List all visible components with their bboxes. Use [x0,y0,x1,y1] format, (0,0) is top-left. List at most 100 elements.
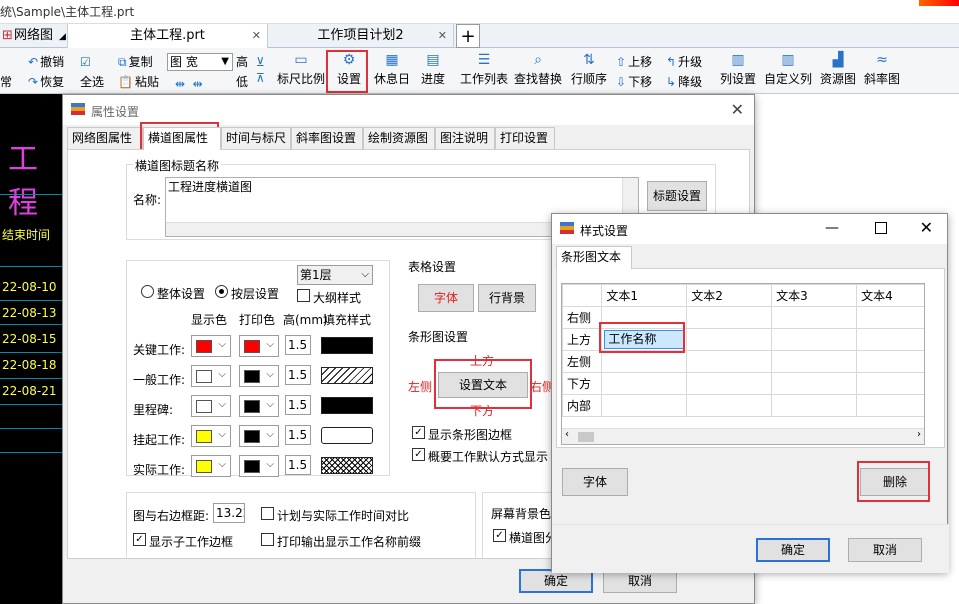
settings-button[interactable]: ⚙ 设置 [330,50,368,92]
work-list-button[interactable]: ☰ 工作列表 [458,50,510,92]
tab-print-settings[interactable]: 打印设置 [495,127,555,149]
critical-fill-style[interactable] [321,337,373,354]
height-up-label[interactable]: 高 [236,54,248,70]
close-tab-icon[interactable]: ✕ [438,24,447,48]
tab-legend[interactable]: 图注说明 [435,127,495,149]
show-sub-border-checkbox[interactable]: ✓ [133,533,146,546]
custom-column-button[interactable]: ▥ 自定义列 [762,50,814,92]
chevron-right-icon[interactable]: › [917,429,921,440]
progress-button[interactable]: ▤ 进度 [416,50,450,92]
tab-work-plan[interactable]: 工作项目计划2 ✕ [268,24,454,48]
sort-arrows-icon[interactable]: ⊻ ⊼ [256,54,265,86]
chevron-left-icon[interactable]: ‹ [565,429,569,440]
grid-cell[interactable] [601,372,688,395]
close-icon[interactable]: ✕ [731,100,744,119]
delete-button[interactable]: 删除 [860,468,930,496]
plan-vs-actual-checkbox[interactable] [261,507,274,520]
zoom-arrows-icon[interactable]: ⇹ ⇹ [175,76,203,92]
tab-network-props[interactable]: 网络图属性 [67,127,143,149]
height-down-label[interactable]: 低 [236,74,248,90]
row-background-button[interactable]: 行背景 [478,284,536,312]
tab-resource-chart[interactable]: 绘制资源图 [363,127,435,149]
style-font-button[interactable]: 字体 [562,468,628,496]
style-cancel-button[interactable]: 取消 [848,538,922,562]
milestone-height-input[interactable]: 1.5 [285,395,311,415]
normal-display-color[interactable]: ⌵ [191,365,231,387]
horizontal-scrollbar[interactable]: ‹ › [562,428,924,444]
style-ok-button[interactable]: 确定 [756,538,830,562]
grid-cell[interactable] [771,306,858,329]
whole-setting-radio[interactable] [141,285,154,298]
critical-print-color[interactable]: ⌵ [239,335,279,357]
grid-cell[interactable] [771,394,858,417]
suspended-print-color[interactable]: ⌵ [239,425,279,447]
tab-gantt-props[interactable]: 横道图属性 [143,127,221,150]
grid-cell[interactable] [686,328,773,351]
row-order-button[interactable]: ⇅ 行顺序 [568,50,610,92]
actual-display-color[interactable]: ⌵ [191,455,231,477]
grid-cell[interactable] [771,372,858,395]
grid-cell[interactable] [771,350,858,373]
show-bar-border-checkbox[interactable]: ✓ [412,426,425,439]
grid-cell[interactable] [856,328,924,351]
close-icon[interactable]: ✕ [920,218,933,237]
move-down-button[interactable]: ⇩ 下移 [616,74,652,90]
grid-cell[interactable] [856,372,924,395]
milestone-fill-style[interactable] [321,397,373,414]
resource-chart-button[interactable]: ▟ 资源图 [818,50,858,92]
add-tab-button[interactable]: + [456,24,480,48]
actual-print-color[interactable]: ⌵ [239,455,279,477]
view-width-select[interactable]: 图 宽 ▼ [167,53,233,71]
grid-cell[interactable] [601,394,688,417]
outline-style-checkbox[interactable] [297,289,310,302]
actual-fill-style[interactable] [321,457,373,474]
grid-cell[interactable] [601,306,688,329]
gantt-split-checkbox[interactable]: ✓ [493,529,506,542]
undo-button[interactable]: ↶ 撤销 [28,54,64,70]
actual-height-input[interactable]: 1.5 [285,455,311,475]
normal-print-color[interactable]: ⌵ [239,365,279,387]
select-all-button[interactable]: 全选 [80,74,104,90]
grid-cell-selected[interactable]: 工作名称 [601,328,688,351]
grid-cell[interactable] [686,394,773,417]
paste-button[interactable]: 📋 粘贴 [118,74,159,90]
downgrade-button[interactable]: ↳ 降级 [666,74,702,90]
by-layer-radio[interactable] [215,285,228,298]
close-tab-icon[interactable]: ✕ [252,24,261,48]
table-font-button[interactable]: 字体 [418,284,474,312]
maximize-icon[interactable] [875,222,887,234]
milestone-print-color[interactable]: ⌵ [239,395,279,417]
title-settings-button[interactable]: 标题设置 [647,181,707,211]
redo-button[interactable]: ↷ 恢复 [28,74,64,90]
tab-network[interactable]: ⊞ 网络图 ◢ [0,24,68,48]
margin-input[interactable]: 13.22 [213,503,245,523]
upgrade-button[interactable]: ↰ 升级 [666,54,702,70]
find-replace-button[interactable]: ⌕ 查找替换 [512,50,564,92]
suspended-display-color[interactable]: ⌵ [191,425,231,447]
scrollbar-thumb[interactable] [578,432,594,442]
suspended-fill-style[interactable] [321,427,373,444]
grid-cell[interactable] [771,328,858,351]
ruler-scale-button[interactable]: ▭ 标尺比例 [276,50,326,92]
suspended-height-input[interactable]: 1.5 [285,425,311,445]
slope-chart-button[interactable]: ≈ 斜率图 [862,50,902,92]
milestone-display-color[interactable]: ⌵ [191,395,231,417]
holiday-button[interactable]: ▦ 休息日 [372,50,412,92]
normal-fill-style[interactable] [321,367,373,384]
grid-cell[interactable] [686,372,773,395]
grid-cell[interactable] [856,350,924,373]
tab-slope-settings[interactable]: 斜率图设置 [291,127,363,149]
critical-display-color[interactable]: ⌵ [191,335,231,357]
tab-main-project[interactable]: 主体工程.prt ✕ [68,24,268,48]
copy-button[interactable]: ⧉ 复制 [118,54,153,70]
minimize-icon[interactable]: — [825,220,839,236]
move-up-button[interactable]: ⇧ 上移 [616,54,652,70]
tab-time-ruler[interactable]: 时间与标尺 [221,127,291,149]
grid-cell[interactable] [856,306,924,329]
print-prefix-checkbox[interactable] [261,533,274,546]
set-text-button[interactable]: 设置文本 [438,372,528,398]
grid-cell[interactable] [601,350,688,373]
summary-default-checkbox[interactable]: ✓ [412,448,425,461]
grid-cell[interactable] [686,350,773,373]
grid-cell[interactable] [856,394,924,417]
